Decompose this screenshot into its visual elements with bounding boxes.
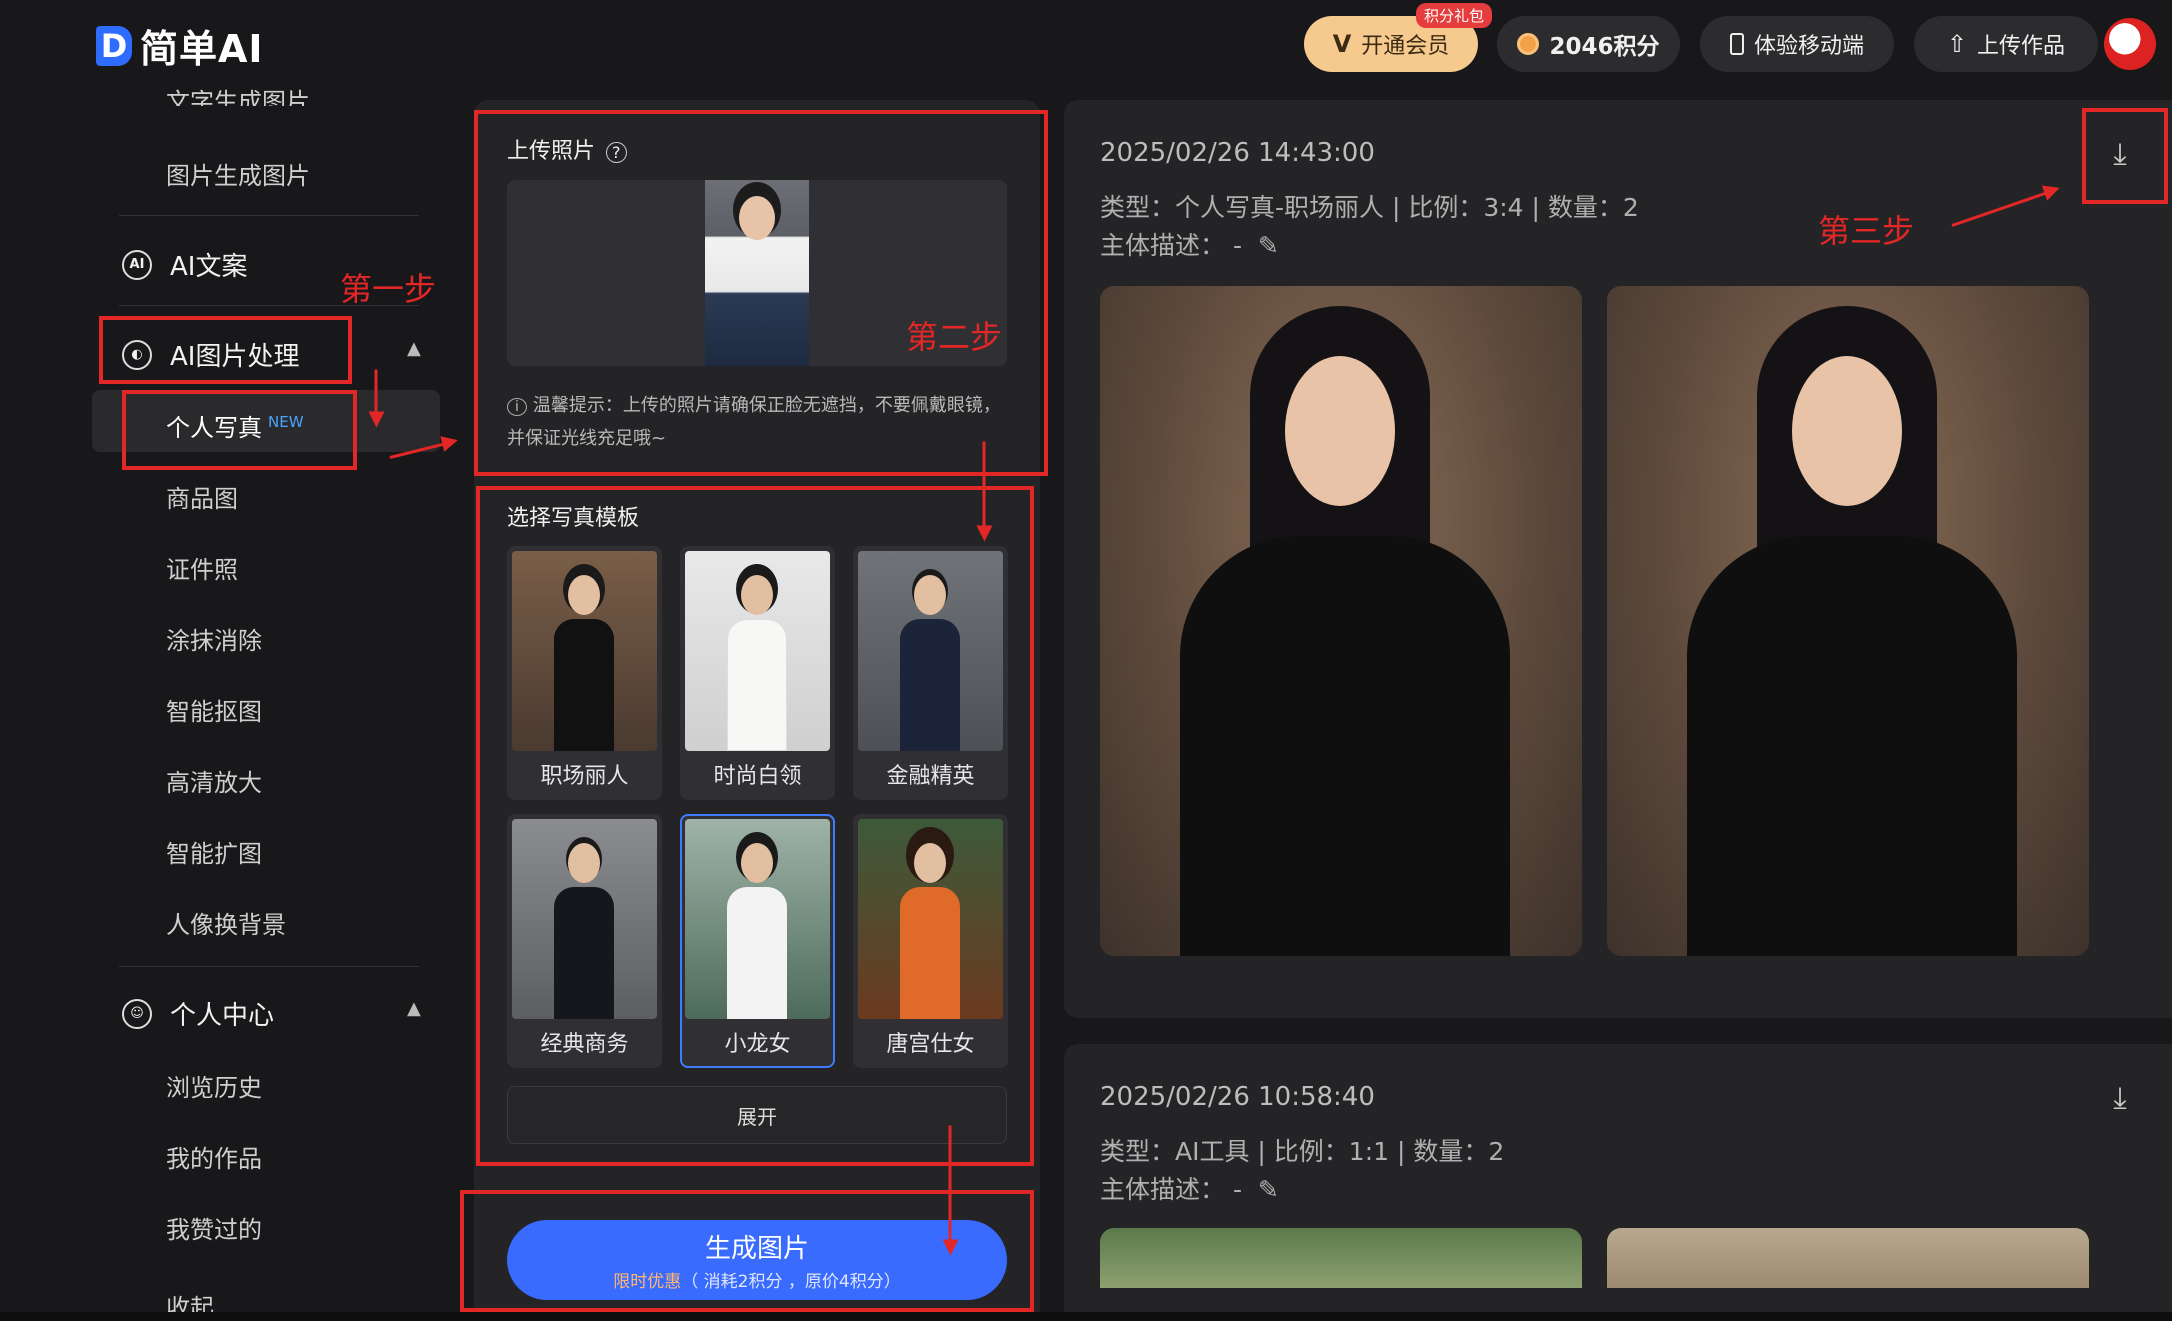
chevron-up-icon[interactable]: ▲ [407,998,421,1019]
avatar[interactable] [2104,18,2156,70]
points-label: 2046积分 [1549,34,1660,60]
v-icon: V [1332,30,1352,58]
edit-icon[interactable]: ✎ [1258,1175,1279,1204]
gift-badge: 积分礼包 [1416,3,1493,28]
edit-icon[interactable]: ✎ [1258,231,1279,260]
divider [119,966,419,967]
sidebar-item-img2img[interactable]: 图片生成图片 [166,156,310,191]
result-date: 2025/02/26 10:58:40 [1100,1082,1375,1112]
sidebar-item-label: 个人中心 [170,1001,275,1031]
download-icon[interactable]: ⤓ [2100,1078,2140,1118]
mobile-label: 体验移动端 [1753,34,1864,59]
annotation-step2: 第二步 [906,318,1003,356]
sidebar-item-personal-center[interactable]: ☺ 个人中心 [122,995,274,1032]
suit [1687,536,2017,956]
result-meta: 类型：AI工具 | 比例：1:1 | 数量：2 [1100,1137,1505,1166]
result-desc: 主体描述： - ✎ [1100,1170,1279,1206]
annotation-step1: 第一步 [340,270,437,308]
phone-icon [1729,33,1744,55]
collapse-button[interactable]: 收起 [166,1288,214,1312]
bottom-strip [0,1312,2172,1321]
result-desc-text: 主体描述： - [1100,231,1242,260]
annotation-arrow [374,369,378,424]
mobile-button[interactable]: 体验移动端 [1700,16,1894,72]
sidebar-item-product[interactable]: 商品图 [166,479,238,514]
annotation-box-download [2082,108,2168,204]
user-icon: ☺ [122,998,152,1029]
sidebar-item-erase[interactable]: 涂抹消除 [166,621,262,656]
sidebar-item-id-photo[interactable]: 证件照 [166,550,238,585]
result-card: 2025/02/26 10:58:40 类型：AI工具 | 比例：1:1 | 数… [1064,1044,2172,1321]
result-card: 2025/02/26 14:43:00 类型：个人写真-职场丽人 | 比例：3:… [1064,100,2172,1018]
sidebar-item-expand[interactable]: 智能扩图 [166,834,262,869]
top-header: D 简单AI V 开通会员 积分礼包 2046积分 体验移动端 ⇧ 上传作品 [0,0,2172,90]
result-meta: 类型：个人写真-职场丽人 | 比例：3:4 | 数量：2 [1100,193,1639,222]
upload-work-label: 上传作品 [1977,34,2066,59]
result-image[interactable] [1100,286,1582,956]
annotation-arrow [948,1125,952,1252]
sidebar-item-bg-swap[interactable]: 人像换背景 [166,905,286,940]
upload-icon: ⇧ [1946,30,1968,58]
annotation-box-upload [474,110,1048,476]
result-image[interactable] [1607,286,2089,956]
sidebar-item-label: AI文案 [170,252,248,282]
sidebar-item-my-works[interactable]: 我的作品 [166,1139,262,1174]
points-button[interactable]: 2046积分 [1497,16,1680,72]
annotation-box-step1 [99,316,352,384]
result-image[interactable] [1100,1228,1582,1288]
logo-text: 简单AI [140,27,264,71]
annotation-box-template [476,486,1034,1166]
logo[interactable]: D 简单AI [96,18,264,73]
face [1285,356,1395,506]
ai-icon: AI [122,249,152,280]
sidebar-item-upscale[interactable]: 高清放大 [166,763,262,798]
upload-work-button[interactable]: ⇧ 上传作品 [1914,16,2098,72]
suit [1180,536,1510,956]
sidebar-item-ai-copy[interactable]: AI AI文案 [122,246,247,283]
sidebar-item-cutout[interactable]: 智能抠图 [166,692,262,727]
result-desc: 主体描述： - ✎ [1100,226,1279,262]
divider [119,215,419,216]
annotation-box-portrait [122,390,357,470]
coin-icon [1517,33,1540,55]
result-image[interactable] [1607,1228,2089,1288]
face [1792,356,1902,506]
sidebar-item-history[interactable]: 浏览历史 [166,1068,262,1103]
vip-button-label: 开通会员 [1361,34,1450,59]
logo-mark: D [96,25,132,66]
result-date: 2025/02/26 14:43:00 [1100,138,1375,168]
chevron-up-icon[interactable]: ▲ [407,338,421,359]
sidebar-item-text2img[interactable]: 文字生成图片 [166,82,310,106]
annotation-step3: 第三步 [1818,212,1915,250]
sidebar-item-liked[interactable]: 我赞过的 [166,1210,262,1245]
annotation-arrow [982,441,986,538]
result-desc-text: 主体描述： - [1100,1175,1242,1204]
